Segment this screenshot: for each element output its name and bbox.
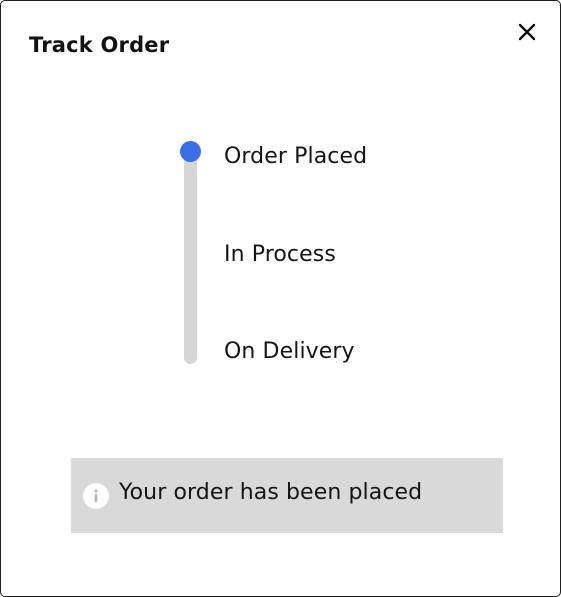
- current-step-indicator: [180, 141, 201, 162]
- step-order-placed: Order Placed: [224, 144, 368, 169]
- dialog-title: Track Order: [29, 33, 170, 57]
- close-button[interactable]: [512, 17, 542, 47]
- close-icon: [512, 17, 542, 47]
- info-icon: [82, 482, 110, 510]
- status-message: Your order has been placed: [119, 480, 423, 505]
- progress-track: [184, 143, 197, 364]
- step-on-delivery: On Delivery: [224, 339, 355, 364]
- status-notice: Your order has been placed: [71, 458, 503, 533]
- step-in-process: In Process: [224, 242, 336, 267]
- track-order-dialog: Track Order Order Placed In Process On D…: [0, 0, 561, 597]
